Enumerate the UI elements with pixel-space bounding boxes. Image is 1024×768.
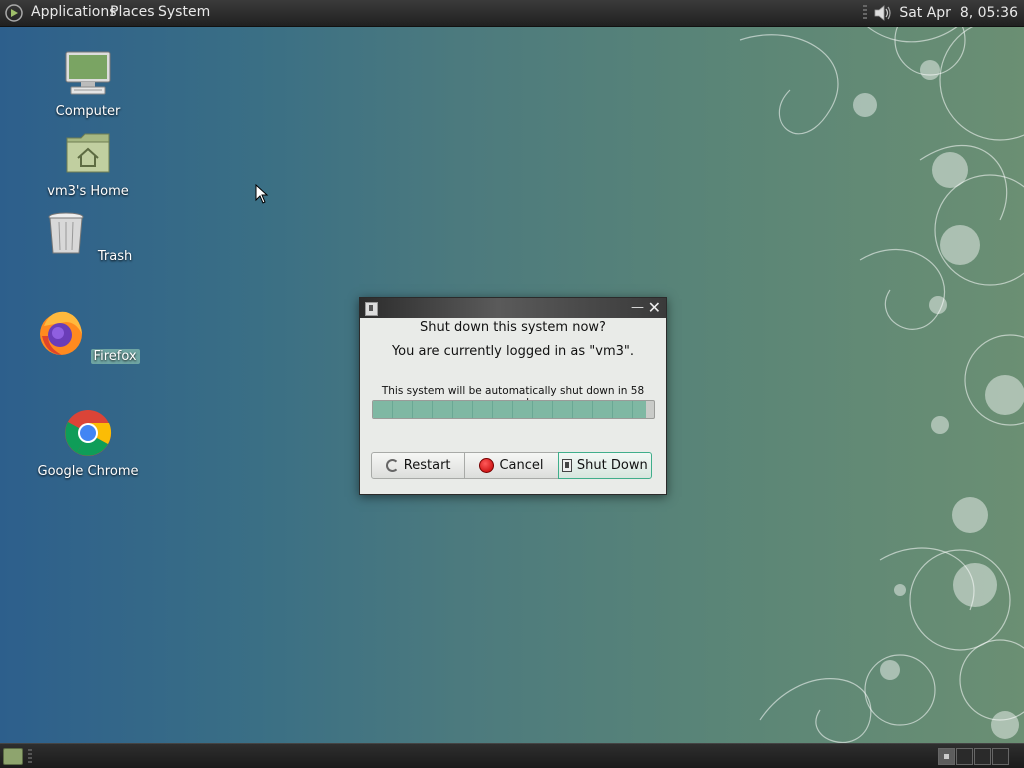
desktop-icon-computer[interactable]: Computer xyxy=(33,48,143,119)
mate-logo-icon[interactable] xyxy=(4,3,24,23)
progress-fill xyxy=(373,401,646,418)
desktop-icon-firefox[interactable]: Firefox xyxy=(33,308,143,364)
desktop-icon-label: Computer xyxy=(55,104,121,119)
desktop-icon-trash[interactable]: Trash xyxy=(33,208,143,264)
desktop-icon-label: Google Chrome xyxy=(37,464,139,479)
dialog-question: Shut down this system now? xyxy=(420,320,606,335)
workspace-4[interactable] xyxy=(992,748,1009,765)
close-icon[interactable]: ✕ xyxy=(648,298,661,317)
workspace-2[interactable] xyxy=(956,748,973,765)
desktop-icon-label: Firefox xyxy=(90,349,140,364)
restart-icon xyxy=(385,459,399,472)
menu-applications[interactable]: Applications xyxy=(31,4,117,20)
window-menu-icon[interactable] xyxy=(365,302,378,316)
bottom-panel xyxy=(0,743,1024,768)
menu-places[interactable]: Places xyxy=(110,4,155,20)
chrome-icon xyxy=(65,410,112,456)
countdown-progress-bar xyxy=(372,400,655,419)
dialog-logged-in-text: You are currently logged in as "vm3". xyxy=(391,344,635,359)
trash-icon xyxy=(48,212,84,254)
minimize-icon[interactable]: — xyxy=(631,300,644,315)
restart-label: Restart xyxy=(403,458,451,473)
shutdown-dialog: — ✕ Shut down this system now? You are c… xyxy=(359,297,667,495)
computer-icon xyxy=(65,51,111,95)
dialog-button-row: Restart Cancel Shut Down xyxy=(371,452,652,479)
desktop-icon-home[interactable]: vm3's Home xyxy=(33,128,143,199)
top-panel: Applications Places System Sat Apr 8, 05… xyxy=(0,0,1024,27)
panel-grip xyxy=(863,5,868,21)
volume-icon[interactable] xyxy=(873,4,893,22)
dialog-titlebar[interactable]: — ✕ xyxy=(360,298,666,318)
menu-system[interactable]: System xyxy=(158,4,210,20)
shutdown-label: Shut Down xyxy=(576,458,648,473)
mouse-pointer-icon xyxy=(255,184,269,204)
cancel-button[interactable]: Cancel xyxy=(464,452,559,479)
panel-grip xyxy=(28,749,32,763)
cancel-label: Cancel xyxy=(499,458,544,473)
desktop-icon-label: Trash xyxy=(97,249,133,264)
cancel-icon xyxy=(479,458,495,473)
workspace-3[interactable] xyxy=(974,748,991,765)
firefox-icon xyxy=(40,311,83,355)
workspace-1[interactable] xyxy=(938,748,955,765)
desktop-icon-label: vm3's Home xyxy=(47,184,129,199)
shutdown-button[interactable]: Shut Down xyxy=(557,452,652,479)
show-desktop-icon[interactable] xyxy=(3,748,23,765)
home-folder-icon xyxy=(66,133,110,173)
clock[interactable]: Sat Apr 8, 05:36 xyxy=(899,5,1018,21)
shutdown-icon xyxy=(561,459,572,472)
desktop-icon-chrome[interactable]: Google Chrome xyxy=(33,408,143,479)
restart-button[interactable]: Restart xyxy=(371,452,466,479)
